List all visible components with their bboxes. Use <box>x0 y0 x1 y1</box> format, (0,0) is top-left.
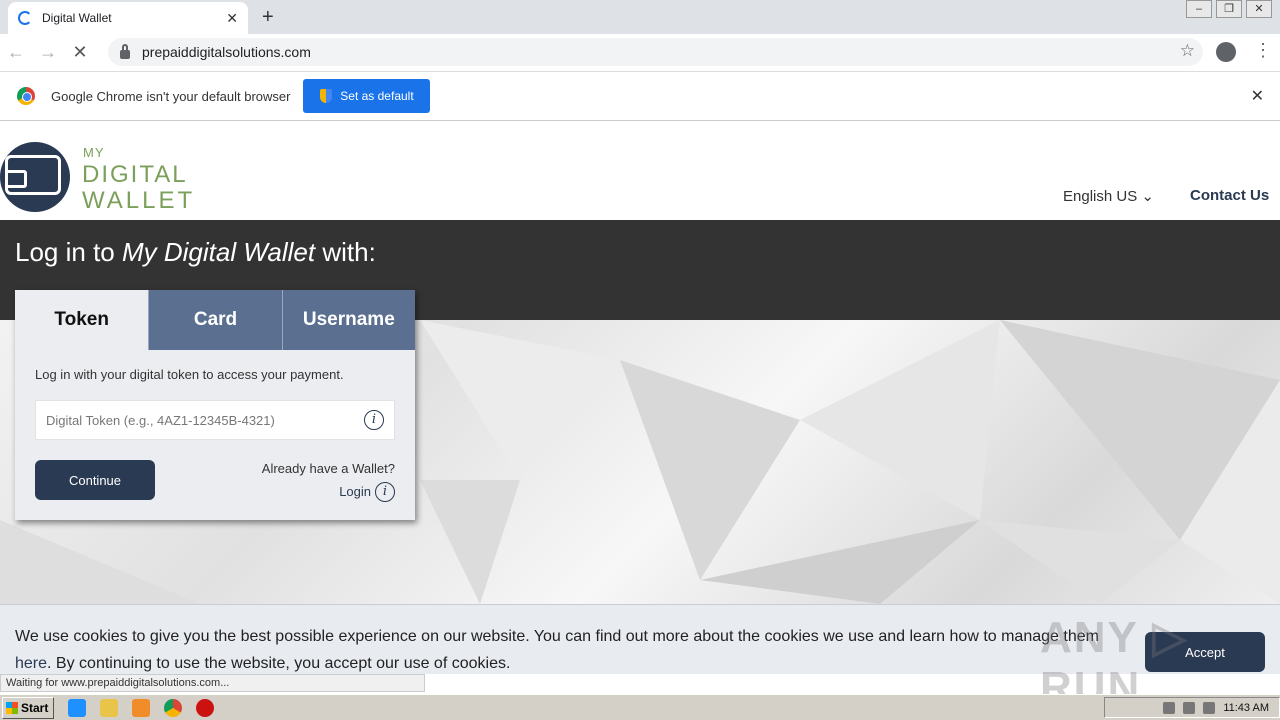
forward-button[interactable]: → <box>32 42 64 63</box>
continue-button[interactable]: Continue <box>35 460 155 500</box>
start-label: Start <box>21 700 49 715</box>
cookie-here-link[interactable]: here <box>15 655 47 672</box>
bookmark-star-icon[interactable]: ☆ <box>1180 41 1195 61</box>
wallet-logo-icon[interactable] <box>0 142 70 212</box>
system-tray: 11:43 AM <box>1104 697 1280 718</box>
minimize-button[interactable]: – <box>1186 0 1212 18</box>
tab-title: Digital Wallet <box>42 11 112 25</box>
new-tab-button[interactable]: + <box>262 6 274 29</box>
default-browser-infobar: Google Chrome isn't your default browser… <box>0 71 1280 121</box>
site-header: MY DIGITAL WALLET English US ⌄ Contact U… <box>0 121 1280 220</box>
logo-text-wallet: WALLET <box>82 187 196 214</box>
back-button[interactable]: ← <box>0 42 32 63</box>
volume-icon[interactable] <box>1163 701 1176 714</box>
language-selector[interactable]: English US ⌄ <box>1063 187 1154 205</box>
already-have-wallet-text: Already have a Wallet? <box>261 461 395 476</box>
close-window-button[interactable]: ✕ <box>1246 0 1272 18</box>
infobar-message: Google Chrome isn't your default browser <box>51 88 291 104</box>
windows-taskbar: Start 11:43 AM <box>0 694 1280 720</box>
status-bar: Waiting for www.prepaiddigitalsolutions.… <box>0 674 425 692</box>
logo-text-my: MY <box>83 145 105 160</box>
restore-button[interactable]: ❐ <box>1216 0 1242 18</box>
login-tabs: Token Card Username <box>15 290 415 350</box>
chrome-menu-icon[interactable]: ⋮ <box>1254 40 1272 61</box>
lock-icon[interactable] <box>120 43 130 59</box>
browser-toolbar: ← → ✕ prepaiddigitalsolutions.com ☆ <box>0 34 1280 70</box>
tab-username[interactable]: Username <box>281 290 415 350</box>
tab-close-icon[interactable]: ✕ <box>226 10 238 27</box>
network-icon[interactable] <box>1183 701 1196 714</box>
ie-icon[interactable] <box>68 698 86 717</box>
loading-spinner-icon <box>18 11 32 25</box>
login-description: Log in with your digital token to access… <box>35 367 344 382</box>
url-text: prepaiddigitalsolutions.com <box>142 44 311 60</box>
explorer-folder-icon[interactable] <box>100 698 118 717</box>
cookie-text-before: We use cookies to give you the best poss… <box>15 628 1099 645</box>
media-player-icon[interactable] <box>132 698 150 717</box>
token-placeholder: Digital Token (e.g., 4AZ1-12345B-4321) <box>46 412 275 428</box>
login-card: Token Card Username Log in with your dig… <box>15 290 415 520</box>
cookie-text-after: . By continuing to use the website, you … <box>47 655 511 672</box>
set-default-label: Set as default <box>340 89 414 103</box>
clock[interactable]: 11:43 AM <box>1223 702 1269 714</box>
start-button[interactable]: Start <box>2 696 54 719</box>
wallet-icon <box>5 155 61 195</box>
login-info-icon[interactable]: i <box>375 482 395 502</box>
address-bar[interactable]: prepaiddigitalsolutions.com ☆ <box>108 38 1203 66</box>
cookie-message: We use cookies to give you the best poss… <box>15 623 1125 677</box>
profile-avatar-icon[interactable] <box>1216 42 1236 62</box>
title-prefix: Log in to <box>15 237 122 267</box>
info-icon[interactable]: i <box>364 410 384 430</box>
chrome-taskbar-icon[interactable] <box>164 698 182 717</box>
browser-tabbar: Digital Wallet ✕ + – ❐ ✕ <box>0 0 1280 34</box>
logo-text-digital: DIGITAL <box>82 161 188 188</box>
uac-shield-icon <box>320 89 333 103</box>
stop-app-icon[interactable] <box>196 698 214 717</box>
contact-us-link[interactable]: Contact Us <box>1190 187 1269 204</box>
chrome-logo-icon <box>17 87 35 105</box>
window-controls: – ❐ ✕ <box>1186 0 1272 18</box>
windows-logo-icon <box>6 701 18 714</box>
flag-icon[interactable] <box>1203 701 1216 714</box>
title-brand: My Digital Wallet <box>121 237 316 267</box>
login-link[interactable]: Login <box>339 484 371 499</box>
token-input[interactable]: Digital Token (e.g., 4AZ1-12345B-4321) i <box>35 400 395 440</box>
infobar-close-icon[interactable]: ✕ <box>1251 86 1264 106</box>
title-suffix: with: <box>315 237 376 267</box>
set-default-button[interactable]: Set as default <box>303 79 431 113</box>
tab-token[interactable]: Token <box>15 290 149 350</box>
browser-tab[interactable]: Digital Wallet ✕ <box>8 2 248 34</box>
stop-button[interactable]: ✕ <box>64 42 96 63</box>
tab-card[interactable]: Card <box>148 290 282 350</box>
page-title: Log in to My Digital Wallet with: <box>15 237 376 268</box>
